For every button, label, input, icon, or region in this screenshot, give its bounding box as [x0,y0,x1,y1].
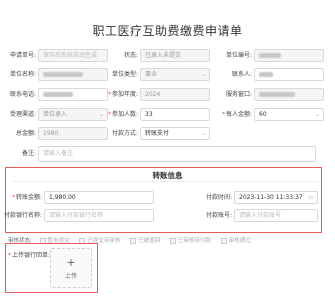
remark-label: 备注: [21,150,36,157]
phone-label: 联系电话: [9,91,36,98]
pay-account-input[interactable]: 请输入付款账号 [234,209,318,222]
unit-name-label: 单位名称: [9,71,36,78]
transfer-amount-label: *转账金额: [11,194,42,201]
per-amount-label: *每人金额: [221,111,252,118]
total-field: 1980 [38,127,108,140]
checkbox-icon [169,237,176,244]
contact-label: 联系人: [231,71,252,78]
unit-no-field [254,49,324,62]
status-label: 状态: [123,52,138,59]
window-label: 服务窗口: [225,91,252,98]
section-divider [12,181,318,182]
channel-label: 受理渠道: [9,111,36,118]
pay-time-label: 付款时间: [205,194,232,201]
chevron-down-icon: ⌄ [314,111,320,118]
application-form-page: 职工医疗互助费缴费申请单 申请单号: 保存后系统自动生成 状态: 已录入未提交 … [0,0,335,297]
apply-no-field: 保存后系统自动生成 [38,49,108,62]
count-field[interactable]: 33 [140,108,210,121]
count-label: *参加人数: [107,111,138,118]
phone-field[interactable] [38,88,108,101]
status-field: 已录入未提交 [140,49,210,62]
pay-method-label: 付款方式: [111,130,138,137]
checkbox-icon [130,237,137,244]
unit-name-field [38,68,108,81]
calendar-icon: ▭ [308,194,314,201]
channel-field: 单位录入 ⌄ [38,108,108,121]
payer-bank-label: 付款银行名称: [3,212,42,219]
pay-account-label: 付款账号: [205,212,232,219]
page-title: 职工医疗互助费缴费申请单 [92,24,243,38]
window-field [254,88,324,101]
status-option-approved: 审核通过 [220,236,251,244]
remark-textarea[interactable]: 请输入备注 [38,146,316,162]
upload-label: *上传银行回单: [8,252,51,259]
chevron-down-icon: ⌄ [200,130,206,137]
status-option-to-pay: 已审核待付款 [169,236,211,244]
unit-no-label: 单位编号: [225,52,252,59]
pay-time-picker[interactable]: 2023-11-30 11:33:37 ▭ [234,191,318,204]
pay-method-select[interactable]: 转账支付 ⌄ [140,127,210,140]
upload-text: 上传 [64,273,77,280]
transfer-amount-field[interactable]: 1,980.00 [44,191,154,204]
year-field: 2024 [140,88,210,101]
status-option-returned: 已被退回 [130,236,160,244]
payer-bank-input[interactable]: 请输入付款银行名称 [44,209,154,222]
total-label: 总金额: [15,130,36,137]
per-amount-select[interactable]: 60 ⌄ [254,108,324,121]
transfer-section-title: 转账信息 [152,171,183,180]
chevron-down-icon: ⌄ [200,71,206,78]
checkbox-icon [220,237,227,244]
plus-icon: + [66,256,76,269]
unit-type-field: 事业 ⌄ [140,68,210,81]
apply-no-label: 申请单号: [9,52,36,59]
unit-type-label: 单位类型: [111,71,138,78]
year-label: *参加年度: [107,91,138,98]
upload-button[interactable]: + 上传 [50,248,92,288]
contact-field[interactable] [254,68,324,81]
